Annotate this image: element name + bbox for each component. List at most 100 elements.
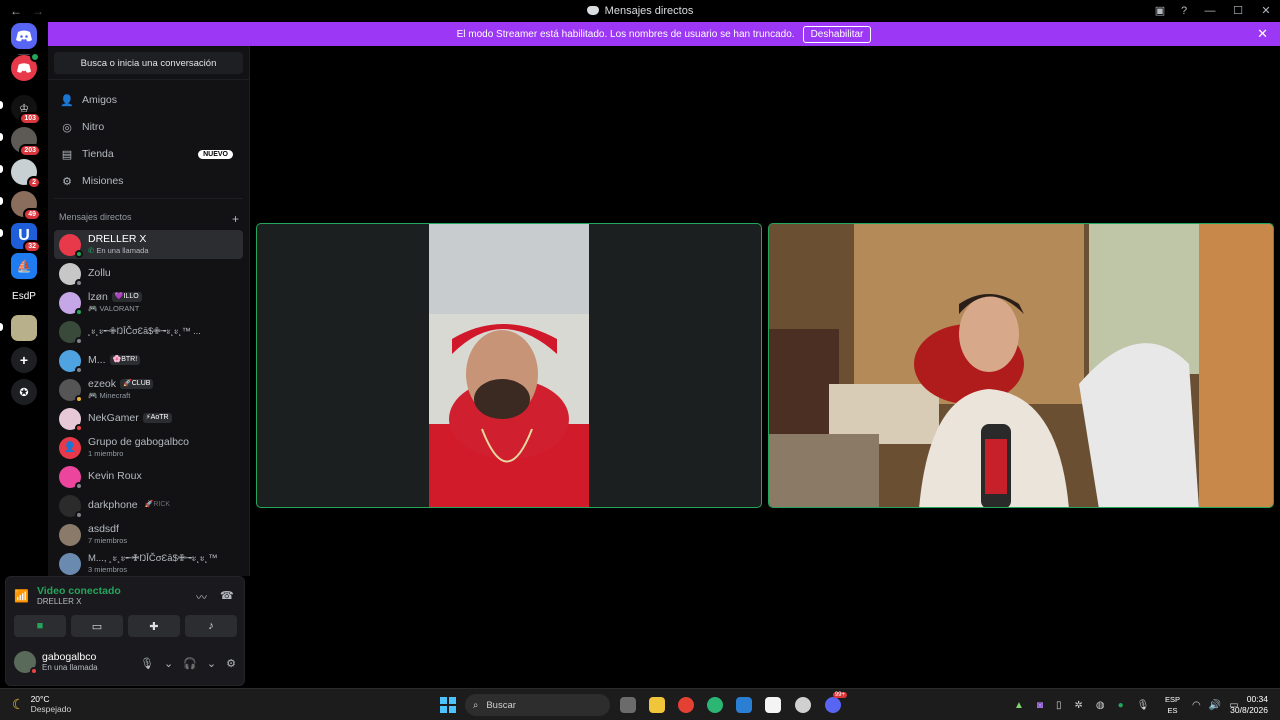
history-nav: ← →: [0, 4, 44, 18]
dm-item[interactable]: darkphone 🚀RICK: [54, 491, 243, 520]
maximize-button[interactable]: ☐: [1224, 4, 1252, 17]
soundboard-button[interactable]: ♪: [185, 615, 237, 637]
dm-item[interactable]: NekGamer ⚡AoTR: [54, 404, 243, 433]
avatar: [59, 407, 83, 432]
forward-arrow-icon[interactable]: →: [32, 4, 44, 18]
settings-gear-icon[interactable]: ⚙: [226, 657, 236, 670]
server-item[interactable]: ⛵: [11, 253, 37, 279]
add-server-button[interactable]: +: [11, 347, 37, 373]
discord-robot-icon: [17, 63, 31, 73]
discover-button[interactable]: ✪: [11, 379, 37, 405]
nav-quests[interactable]: ⚙ Misiones: [54, 168, 243, 194]
call-area: [250, 46, 1280, 688]
noise-suppression-icon[interactable]: 〰: [196, 589, 207, 605]
video-tile-remote[interactable]: [256, 223, 762, 508]
dm-item[interactable]: asdsdf 7 miembros: [54, 520, 243, 549]
disconnect-icon[interactable]: ☎: [220, 589, 234, 602]
dm-item[interactable]: M..., ˛ะ˛ะ╾✙ŊĪČσƐā$✙╼ะ˛ะ˛™ 3 miembros: [54, 549, 243, 576]
edge-icon[interactable]: [707, 697, 723, 713]
nav-shop[interactable]: ▤ Tienda NUEVO: [54, 141, 243, 167]
create-dm-icon[interactable]: +: [232, 212, 239, 226]
dm-name: NekGamer ⚡AoTR: [88, 413, 172, 424]
unread-pip: [0, 197, 3, 205]
dm-item[interactable]: M... 🌸BTR!: [54, 346, 243, 375]
dm-name: Kevin Roux: [88, 470, 142, 482]
discord-home-icon: [16, 30, 32, 42]
server-item[interactable]: U 32: [11, 223, 41, 253]
camera-button[interactable]: ■: [14, 615, 66, 637]
microphone-icon[interactable]: 🎙: [140, 657, 154, 670]
banner-close-icon[interactable]: ✕: [1257, 26, 1268, 42]
user-controls: 🎙 ⌄ 🎧 ⌄ ⚙: [140, 657, 236, 670]
nav-friends[interactable]: 👤 Amigos: [54, 87, 243, 113]
headphones-icon[interactable]: 🎧: [183, 657, 197, 670]
system-clock[interactable]: 00:34 30/8/2026: [1230, 694, 1268, 716]
taskbar-search[interactable]: ⌕ Buscar: [465, 694, 610, 716]
mention-badge: 103: [19, 112, 41, 125]
server-item[interactable]: ♔ 103: [11, 95, 41, 125]
github-icon[interactable]: [795, 697, 811, 713]
dm-item[interactable]: Zollu: [54, 259, 243, 288]
inbox-icon[interactable]: ▣: [1148, 4, 1172, 17]
file-explorer-icon[interactable]: [649, 697, 665, 713]
server-avatar-1[interactable]: [11, 52, 40, 81]
disable-streamer-button[interactable]: Deshabilitar: [802, 25, 872, 43]
status-dot: [75, 336, 83, 345]
dm-item[interactable]: ˛ะ˛ะ╾✙ŊĪČσƐā$✙╼ะ˛ะ˛™ ...: [54, 317, 243, 346]
chevron-down-icon[interactable]: ⌄: [207, 657, 216, 670]
status-dot: [75, 394, 83, 403]
back-arrow-icon[interactable]: ←: [10, 4, 22, 18]
close-window-button[interactable]: ✕: [1252, 4, 1280, 17]
server-item[interactable]: [11, 315, 37, 341]
dm-header: Mensajes directos +: [59, 212, 243, 226]
avatar: [59, 465, 83, 490]
unread-pip: [0, 133, 3, 141]
avatar: [59, 378, 83, 403]
user-avatar: [14, 651, 38, 675]
weather-widget[interactable]: ☾ 20°C Despejado: [12, 694, 71, 714]
group-avatar: 👤: [59, 436, 81, 459]
input-language[interactable]: ESP ES: [1165, 694, 1180, 716]
dm-item[interactable]: DRELLER X ✆ En una llamada: [54, 230, 243, 259]
nvidia-icon[interactable]: ▲: [1014, 700, 1024, 711]
server-item-esdp[interactable]: EsdP: [10, 283, 38, 309]
user-panel[interactable]: gabogalbco En una llamada: [14, 651, 98, 675]
dm-item[interactable]: ezeok 🚀CLUB 🎮 Minecraft: [54, 375, 243, 404]
discord-badge: 99+: [832, 692, 847, 698]
activities-button[interactable]: ✚: [128, 615, 180, 637]
nav-nitro[interactable]: ◎ Nitro: [54, 114, 243, 140]
server-item[interactable]: 2: [11, 159, 41, 189]
dm-item[interactable]: 👤 Grupo de gabogalbco 1 miembro: [54, 433, 243, 462]
dm-item[interactable]: Kevin Roux: [54, 462, 243, 491]
screen-share-button[interactable]: ▭: [71, 615, 123, 637]
shield-icon[interactable]: ◍: [1096, 700, 1105, 711]
store-icon[interactable]: [765, 697, 781, 713]
username: gabogalbco: [42, 651, 97, 663]
voice-channel-name: DRELLER X: [36, 597, 82, 606]
battery-icon[interactable]: ▯: [1056, 700, 1062, 711]
status-dot: [75, 510, 83, 519]
video-tile-self[interactable]: [768, 223, 1274, 508]
server-item[interactable]: 49: [11, 191, 41, 221]
mic-tray-icon[interactable]: 🎙: [1137, 700, 1150, 711]
conversation-search[interactable]: Busca o inicia una conversación: [54, 52, 243, 74]
home-button[interactable]: [11, 23, 37, 49]
discord-taskbar-icon[interactable]: 99+: [825, 692, 847, 713]
status-tray-icon[interactable]: ●: [1118, 700, 1124, 711]
nav-label: Nitro: [82, 121, 105, 133]
help-icon[interactable]: ?: [1172, 5, 1196, 17]
voice-status-text[interactable]: Video conectado: [37, 585, 121, 597]
chevron-down-icon[interactable]: ⌄: [164, 657, 173, 670]
task-view-icon[interactable]: [620, 697, 636, 713]
dm-item[interactable]: lzøn 💜ILLO 🎮 VALORANT: [54, 288, 243, 317]
minimize-button[interactable]: —: [1196, 5, 1224, 17]
signal-icon[interactable]: 📶: [14, 589, 29, 603]
server-item[interactable]: 203: [11, 127, 41, 157]
gear-tray-icon[interactable]: ✲: [1074, 700, 1082, 711]
chrome-icon[interactable]: [678, 697, 694, 713]
mail-icon[interactable]: [736, 697, 752, 713]
dm-status: 🎮 Minecraft: [88, 390, 131, 400]
notification-dot: [30, 52, 40, 62]
tray-app-icon[interactable]: ◙: [1037, 700, 1043, 711]
start-button-icon[interactable]: [440, 697, 456, 713]
